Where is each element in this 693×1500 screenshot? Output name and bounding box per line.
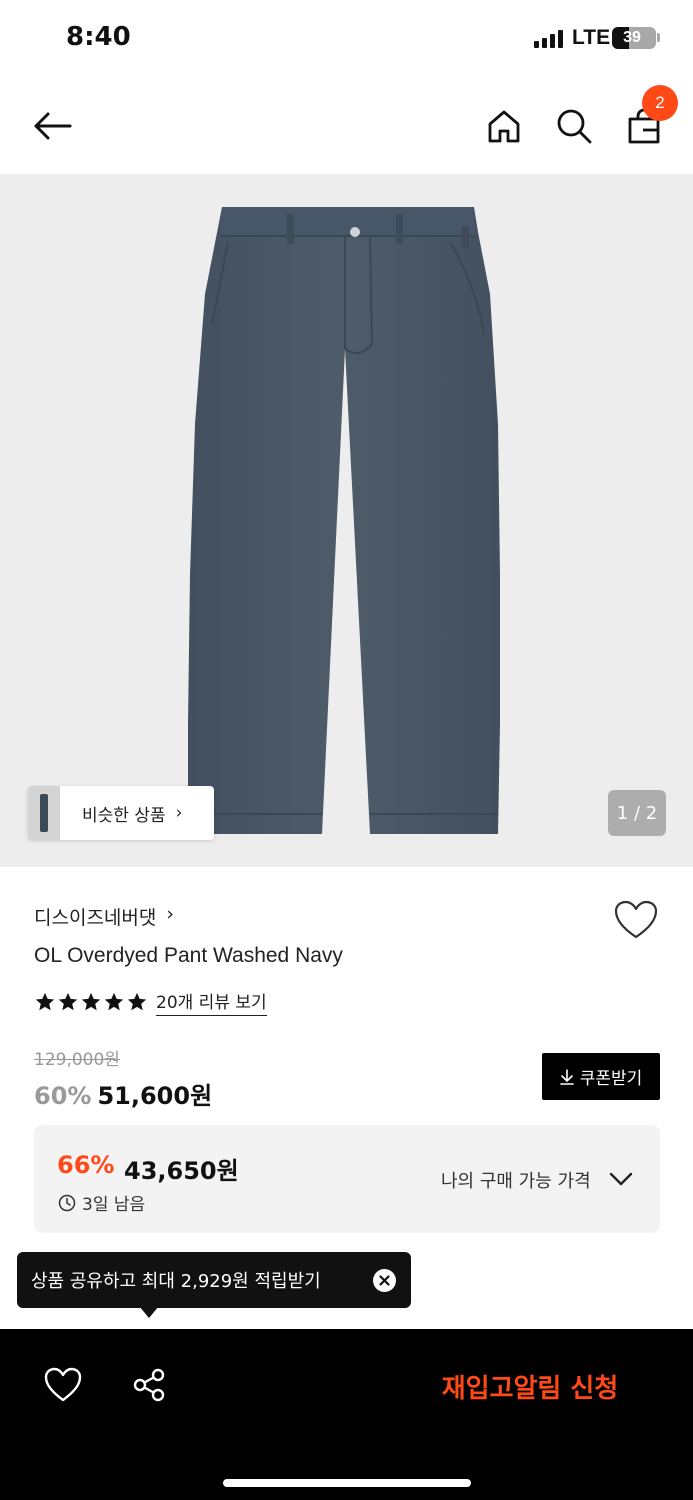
sale-price-row: 60% 51,600원 bbox=[34, 1076, 212, 1111]
tooltip-arrow bbox=[139, 1306, 159, 1318]
discount-percent: 60% bbox=[34, 1082, 92, 1110]
my-price-label: 나의 구매 가능 가격 bbox=[441, 1171, 591, 1192]
review-link[interactable]: 20개 리뷰 보기 bbox=[156, 988, 267, 1016]
heart-icon bbox=[614, 900, 658, 939]
rating-row: 20개 리뷰 보기 bbox=[34, 988, 267, 1016]
my-price: 43,650원 bbox=[124, 1157, 239, 1185]
restock-alert-button[interactable]: 재입고알림 신청 bbox=[400, 1361, 660, 1411]
signal-icon bbox=[534, 30, 563, 48]
battery-percent: 39 bbox=[623, 29, 641, 46]
arrow-left-icon bbox=[34, 112, 72, 140]
home-button[interactable] bbox=[482, 104, 526, 148]
download-icon bbox=[559, 1068, 574, 1085]
top-nav bbox=[0, 76, 693, 174]
network-label: LTE bbox=[572, 26, 611, 49]
star-icon bbox=[104, 992, 124, 1011]
pants-illustration bbox=[188, 207, 500, 834]
heart-icon bbox=[44, 1367, 82, 1402]
chevron-right-icon: › bbox=[175, 803, 183, 823]
time-remaining: 3일 남음 bbox=[58, 1190, 145, 1215]
bottom-wishlist-button[interactable] bbox=[44, 1367, 82, 1403]
clock-icon bbox=[58, 1194, 76, 1211]
star-icon bbox=[58, 992, 78, 1011]
similar-products-button[interactable]: 비슷한 상품 › bbox=[28, 786, 214, 840]
battery-icon: 39 bbox=[612, 27, 656, 49]
battery-nub bbox=[657, 33, 660, 42]
rating-stars bbox=[34, 991, 148, 1013]
similar-thumbnail bbox=[28, 786, 60, 840]
bottom-action-bar: 재입고알림 신청 bbox=[0, 1329, 693, 1500]
status-time: 8:40 bbox=[66, 22, 131, 52]
product-image[interactable] bbox=[0, 174, 693, 867]
search-button[interactable] bbox=[552, 104, 596, 148]
cart-count-badge: 2 bbox=[642, 85, 678, 121]
chevron-right-icon: › bbox=[166, 903, 174, 925]
sale-price: 51,600원 bbox=[97, 1082, 213, 1110]
star-icon bbox=[127, 992, 147, 1011]
tooltip-text: 상품 공유하고 최대 2,929원 적립받기 bbox=[31, 1271, 321, 1292]
coupon-label: 쿠폰받기 bbox=[579, 1069, 643, 1089]
image-page-counter: 1 / 2 bbox=[608, 790, 666, 836]
similar-products-label: 비슷한 상품 bbox=[82, 805, 166, 826]
chevron-down-icon bbox=[609, 1172, 633, 1186]
original-price: 129,000원 bbox=[34, 1050, 120, 1070]
brand-link[interactable]: 디스이즈네버댓 › bbox=[34, 903, 174, 930]
my-discount-percent: 66% bbox=[57, 1151, 115, 1179]
star-icon bbox=[35, 992, 55, 1011]
my-price-panel[interactable]: 66% 43,650원 3일 남음 나의 구매 가능 가격 bbox=[34, 1125, 660, 1233]
coupon-button[interactable]: 쿠폰받기 bbox=[542, 1053, 660, 1100]
product-name: OL Overdyed Pant Washed Navy bbox=[34, 944, 343, 967]
share-icon bbox=[133, 1368, 165, 1402]
back-button[interactable] bbox=[30, 104, 74, 148]
home-icon bbox=[488, 110, 520, 143]
share-reward-tooltip: 상품 공유하고 최대 2,929원 적립받기 bbox=[17, 1252, 411, 1308]
close-icon bbox=[379, 1275, 390, 1286]
time-remaining-text: 3일 남음 bbox=[82, 1195, 146, 1215]
star-icon bbox=[81, 992, 101, 1011]
search-icon bbox=[557, 109, 592, 144]
wishlist-button[interactable] bbox=[614, 900, 658, 940]
home-indicator bbox=[223, 1479, 471, 1487]
tooltip-close-button[interactable] bbox=[373, 1269, 396, 1292]
status-bar: 8:40 LTE 39 bbox=[0, 0, 693, 76]
brand-name: 디스이즈네버댓 bbox=[34, 907, 157, 929]
share-button[interactable] bbox=[131, 1367, 167, 1403]
